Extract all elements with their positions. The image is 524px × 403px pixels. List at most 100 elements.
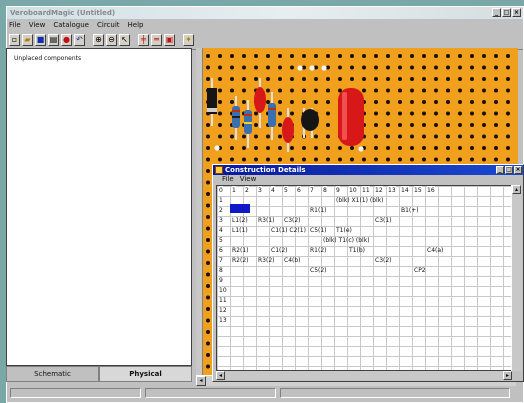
unplaced-components-panel[interactable]: Unplaced components [6, 48, 192, 366]
component-transistor [301, 108, 319, 138]
grid-cell[interactable]: C3(2) [284, 217, 301, 225]
row-number: 11 [219, 297, 227, 304]
component-electrolytic-capacitor [338, 88, 364, 146]
row-number: 2 [219, 207, 223, 214]
row-number: 3 [219, 217, 223, 224]
dialog-horizontal-scrollbar[interactable]: ◂ ▸ [216, 371, 512, 380]
dialog-vertical-scrollbar[interactable]: ▴ [511, 185, 522, 371]
grid-cell[interactable]: L1(1) [232, 227, 248, 235]
row-number: 1 [219, 197, 223, 204]
column-header: 5 [284, 186, 288, 196]
menu-bar: File View Catalogue Circuit Help [7, 19, 523, 31]
zoom-out-icon[interactable]: ⊖ [106, 34, 117, 46]
grid-cell[interactable]: (blk) T1(c) (blk) [323, 237, 370, 245]
column-header: 7 [310, 186, 314, 196]
grid-cell[interactable]: CP2 [414, 267, 426, 275]
save-icon[interactable]: ■ [35, 34, 46, 46]
grid-cell[interactable]: R1(2) [310, 247, 327, 255]
maximize-button[interactable]: □ [502, 8, 511, 17]
menu-help[interactable]: Help [128, 19, 144, 31]
column-header: 3 [258, 186, 262, 196]
grid-cell[interactable]: (blk) X1(1) (blk) [336, 197, 384, 205]
open-folder-icon[interactable]: ▰ [22, 34, 33, 46]
minimize-button[interactable]: _ [492, 8, 501, 17]
dialog-minimize-button[interactable]: _ [496, 166, 504, 174]
grid-cell[interactable]: C1(1) C2(1) [271, 227, 306, 235]
grid-cell[interactable]: R3(1) [258, 217, 275, 225]
column-header: 12 [375, 186, 383, 196]
row-number: 8 [219, 267, 223, 274]
status-field-3 [279, 388, 510, 398]
close-button[interactable]: × [512, 8, 521, 17]
row-number: 6 [219, 247, 223, 254]
grid-cell[interactable]: C5(2) [310, 267, 327, 275]
column-header: 4 [271, 186, 275, 196]
row-number: 10 [219, 287, 227, 294]
dialog-menu-bar: File View [213, 175, 523, 184]
menu-circuit[interactable]: Circuit [97, 19, 120, 31]
row-number: 7 [219, 257, 223, 264]
grid-cell[interactable]: C5(1) [310, 227, 327, 235]
menu-catalogue[interactable]: Catalogue [53, 19, 89, 31]
tab-physical[interactable]: Physical [99, 366, 192, 382]
component-capacitor-1 [254, 78, 266, 128]
menu-file[interactable]: File [9, 19, 21, 31]
grid-cell[interactable]: C4(a) [427, 247, 443, 255]
component-resistor-2 [244, 100, 252, 148]
scroll-left-arrow-icon[interactable]: ◂ [196, 376, 206, 386]
link-icon[interactable]: ═ [151, 34, 162, 46]
grid-lines [217, 186, 511, 370]
column-header: 13 [388, 186, 396, 196]
dialog-menu-view[interactable]: View [240, 175, 257, 184]
construction-grid[interactable]: 0 1 2 3 4 5 6 7 8 9 10 11 12 13 14 15 16 1 2 3 4 5 6 7 8 9 10 11 12 1… [216, 185, 512, 371]
dialog-close-button[interactable]: × [514, 166, 522, 174]
row-number: 9 [219, 277, 223, 284]
undo-icon[interactable]: ↶ [74, 34, 85, 46]
scroll-up-arrow-icon[interactable]: ▴ [512, 185, 521, 194]
menu-view[interactable]: View [29, 19, 46, 31]
status-field-1 [10, 388, 141, 398]
grid-cell[interactable]: R2(2) [232, 257, 249, 265]
dialog-scroll-right-arrow-icon[interactable]: ▸ [503, 371, 512, 380]
grid-cell[interactable]: L1(2) [232, 217, 248, 225]
component-diode [207, 78, 217, 126]
grid-cell[interactable]: B1(+) [401, 207, 419, 215]
grid-cell[interactable]: C3(2) [375, 257, 392, 265]
dialog-title: Construction Details [225, 166, 306, 174]
grid-cell[interactable]: C4(b) [284, 257, 301, 265]
grid-cell[interactable]: C1(2) [271, 247, 288, 255]
title-bar: VeroboardMagic (Untitled) _ □ × [7, 7, 523, 19]
dialog-maximize-button[interactable]: □ [505, 166, 513, 174]
dialog-app-icon [215, 166, 223, 174]
component-resistor-3 [268, 92, 276, 140]
print-icon[interactable]: ▤ [48, 34, 59, 46]
component-icon[interactable]: ▣ [164, 34, 175, 46]
grid-cell[interactable]: R2(1) [232, 247, 249, 255]
selected-cell[interactable] [230, 204, 250, 213]
column-header: 6 [297, 186, 301, 196]
stop-icon[interactable]: ● [61, 34, 72, 46]
pointer-icon[interactable]: ↖ [119, 34, 130, 46]
column-header: 0 [219, 186, 223, 196]
probe-icon[interactable]: ✦ [183, 34, 194, 46]
construction-details-dialog: Construction Details _ □ × File View 012… [212, 164, 524, 382]
window-title: VeroboardMagic (Untitled) [10, 9, 116, 17]
dialog-menu-file[interactable]: File [222, 175, 234, 184]
column-header: 1 [232, 186, 236, 196]
grid-cell[interactable]: R3(2) [258, 257, 275, 265]
new-file-icon[interactable]: ▫ [9, 34, 20, 46]
zoom-in-icon[interactable]: ⊕ [93, 34, 104, 46]
grid-cell[interactable]: T1(b) [349, 247, 365, 255]
status-field-2 [144, 388, 276, 398]
column-header: 14 [401, 186, 409, 196]
tab-schematic[interactable]: Schematic [6, 366, 99, 382]
row-number: 12 [219, 307, 227, 314]
column-header: 8 [323, 186, 327, 196]
track-cut-icon[interactable]: ╪ [138, 34, 149, 46]
dialog-scroll-left-arrow-icon[interactable]: ◂ [216, 371, 225, 380]
view-tabs: Schematic Physical [6, 366, 192, 382]
status-bar [10, 388, 510, 398]
grid-cell[interactable]: T1(e) [336, 227, 352, 235]
grid-cell[interactable]: C3(1) [375, 217, 392, 225]
grid-cell[interactable]: R1(1) [310, 207, 327, 215]
